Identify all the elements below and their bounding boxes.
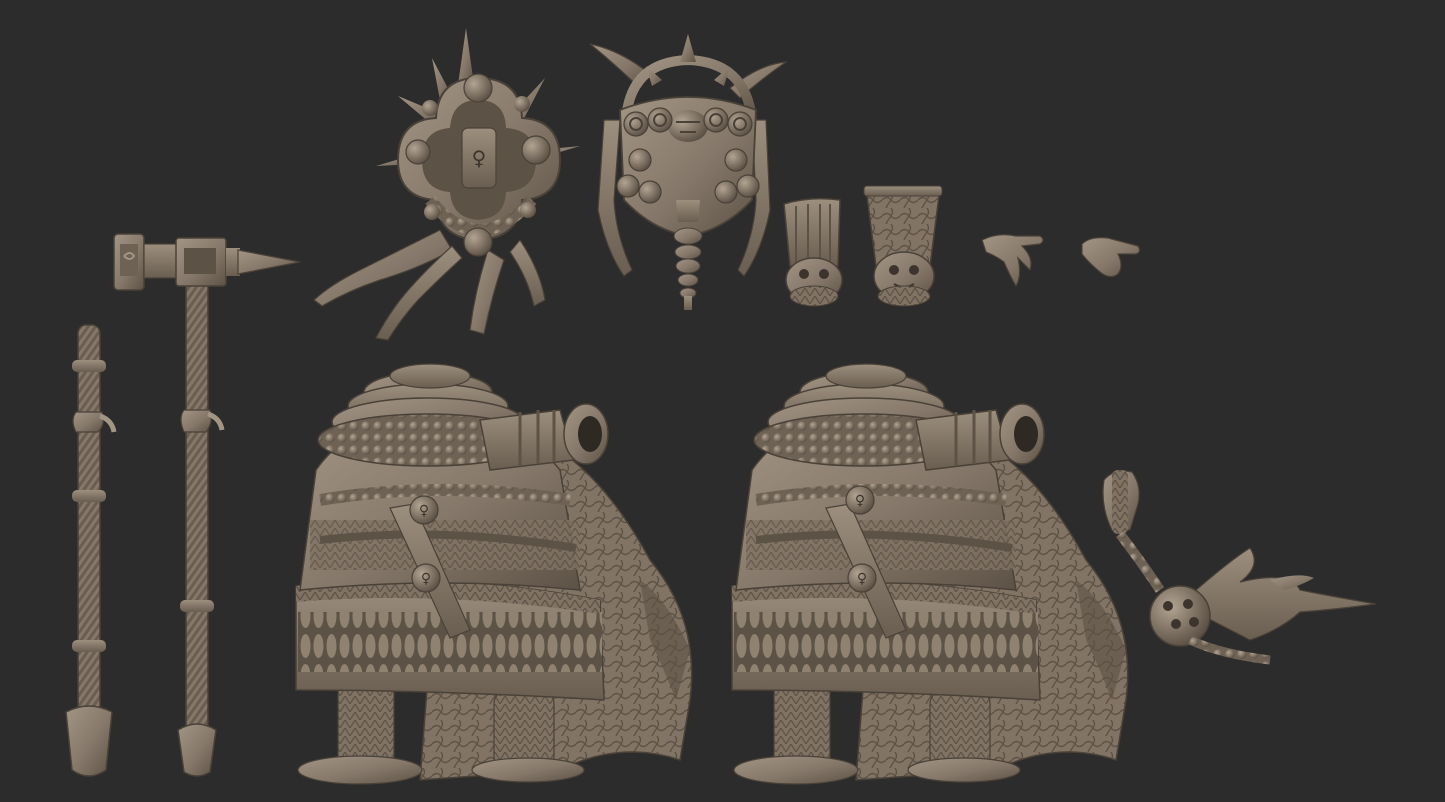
staff-hand <box>72 411 104 433</box>
hammer-hand <box>180 409 212 433</box>
head-variant-plain <box>783 197 843 307</box>
svg-text:♀: ♀ <box>855 493 865 509</box>
scene-canvas: ♀ ♀ ♀ ♀ ♀ <box>0 0 1445 802</box>
svg-text:♀: ♀ <box>857 571 867 587</box>
svg-text:♀: ♀ <box>472 146 487 170</box>
svg-text:♀: ♀ <box>421 571 431 587</box>
svg-text:♀: ♀ <box>419 503 429 519</box>
sculpt-parts-scene: ♀ ♀ ♀ ♀ ♀ <box>0 0 1445 802</box>
